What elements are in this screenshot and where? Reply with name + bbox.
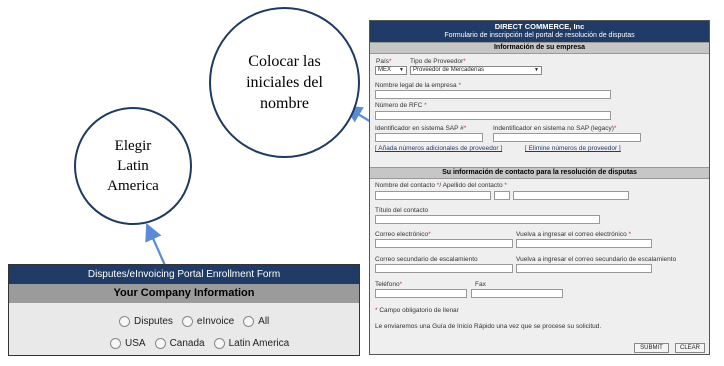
enrollment-form: Disputes/eInvoicing Portal Enrollment Fo… [8,264,360,356]
enrollment-form-title: Disputes/eInvoicing Portal Enrollment Fo… [9,265,359,284]
contact-name-label: Nombre del contacto */ Apellido del cont… [375,182,507,189]
contact-title-input[interactable] [375,215,600,224]
email-input[interactable] [375,239,513,248]
dispute-enrollment-form: DIRECT COMMERCE, Inc Formulario de inscr… [369,20,710,355]
non-sap-id-input[interactable] [493,133,641,142]
chevron-down-icon: ▼ [399,67,404,73]
contact-first-name-input[interactable] [375,191,491,200]
sap-id-label: Identificador en sistema SAP #* [375,125,467,132]
fax-label: Fax [475,281,486,288]
rfc-input[interactable] [375,111,611,120]
email-confirm-label: Vuelva a ingresar el correo electrónico … [516,231,632,238]
radio-circle[interactable] [213,338,225,349]
annotation-initials-text: Colocar las iniciales del nombre [246,53,323,112]
legal-name-input[interactable] [375,90,611,99]
add-vendor-numbers-link[interactable]: [ Añada números adicionales de proveedor… [375,145,502,152]
phone-input[interactable] [375,289,467,298]
form-header: DIRECT COMMERCE, Inc Formulario de inscr… [370,21,709,42]
radio-circle[interactable] [181,316,193,327]
radio-all[interactable]: All [243,316,269,327]
escalation-email-input[interactable] [375,264,513,273]
email-label: Correo electrónico* [375,231,431,238]
radio-latin-america[interactable]: Latin America [213,338,289,349]
region-radio-group: USA Canada Latin America [110,338,298,349]
form-subtitle: Formulario de inscripción del portal de … [444,32,635,39]
fax-input[interactable] [471,289,563,298]
quick-start-note: Le enviaremos una Guía de Inicio Rápido … [375,323,602,330]
remove-vendor-numbers-link[interactable]: [ Elimine números de proveedor ] [525,145,621,152]
vendor-type-label: Tipo de Proveedor* [410,58,466,65]
company-section-heading: Información de su empresa [370,42,709,54]
email-confirm-input[interactable] [516,239,652,248]
non-sap-id-label: Indentificador en sistema no SAP (legacy… [493,125,617,132]
chevron-down-icon: ▼ [534,67,539,73]
radio-canada[interactable]: Canada [154,338,205,349]
company-info-heading: Your Company Information [9,284,359,303]
radio-circle[interactable] [119,316,130,327]
service-radio-group: Disputes eInvoice All [119,316,278,327]
radio-circle[interactable] [110,338,121,349]
country-select[interactable]: MEX ▼ [375,66,407,75]
contact-title-label: Título del contacto [375,207,429,214]
escalation-email-confirm-input[interactable] [516,264,652,273]
annotation-latin-america-circle: Elegir Latin America [74,107,192,225]
submit-button[interactable]: SUBMIT [634,343,669,353]
radio-einvoice[interactable]: eInvoice [181,316,234,327]
country-label: País* [376,58,392,65]
radio-circle[interactable] [243,316,255,327]
legal-name-label: Nombre legal de la empresa * [375,82,461,89]
rfc-label: Número de RFC * [375,102,427,109]
escalation-email-confirm-label: Vuelva a ingresar el correo secundario d… [516,256,677,263]
annotation-initials-circle: Colocar las iniciales del nombre [209,7,360,158]
contact-last-name-input[interactable] [513,191,629,200]
company-name: DIRECT COMMERCE, Inc [494,22,585,31]
annotation-latin-america-text: Elegir Latin America [107,138,159,194]
phone-label: Teléfono* [375,281,403,288]
contact-section-heading: Su información de contacto para la resol… [370,167,709,179]
vendor-type-select[interactable]: Proveedor de Mercaderías ▼ [410,66,542,75]
clear-button[interactable]: CLEAR [675,343,705,353]
radio-circle[interactable] [154,338,166,349]
escalation-email-label: Correo secundario de escalamiento [375,256,478,263]
required-note: * Campo obligatorio de llenar [375,307,459,314]
radio-disputes[interactable]: Disputes [119,316,173,327]
contact-initial-input[interactable] [494,191,510,200]
sap-id-input[interactable] [375,133,483,142]
radio-usa[interactable]: USA [110,338,146,349]
